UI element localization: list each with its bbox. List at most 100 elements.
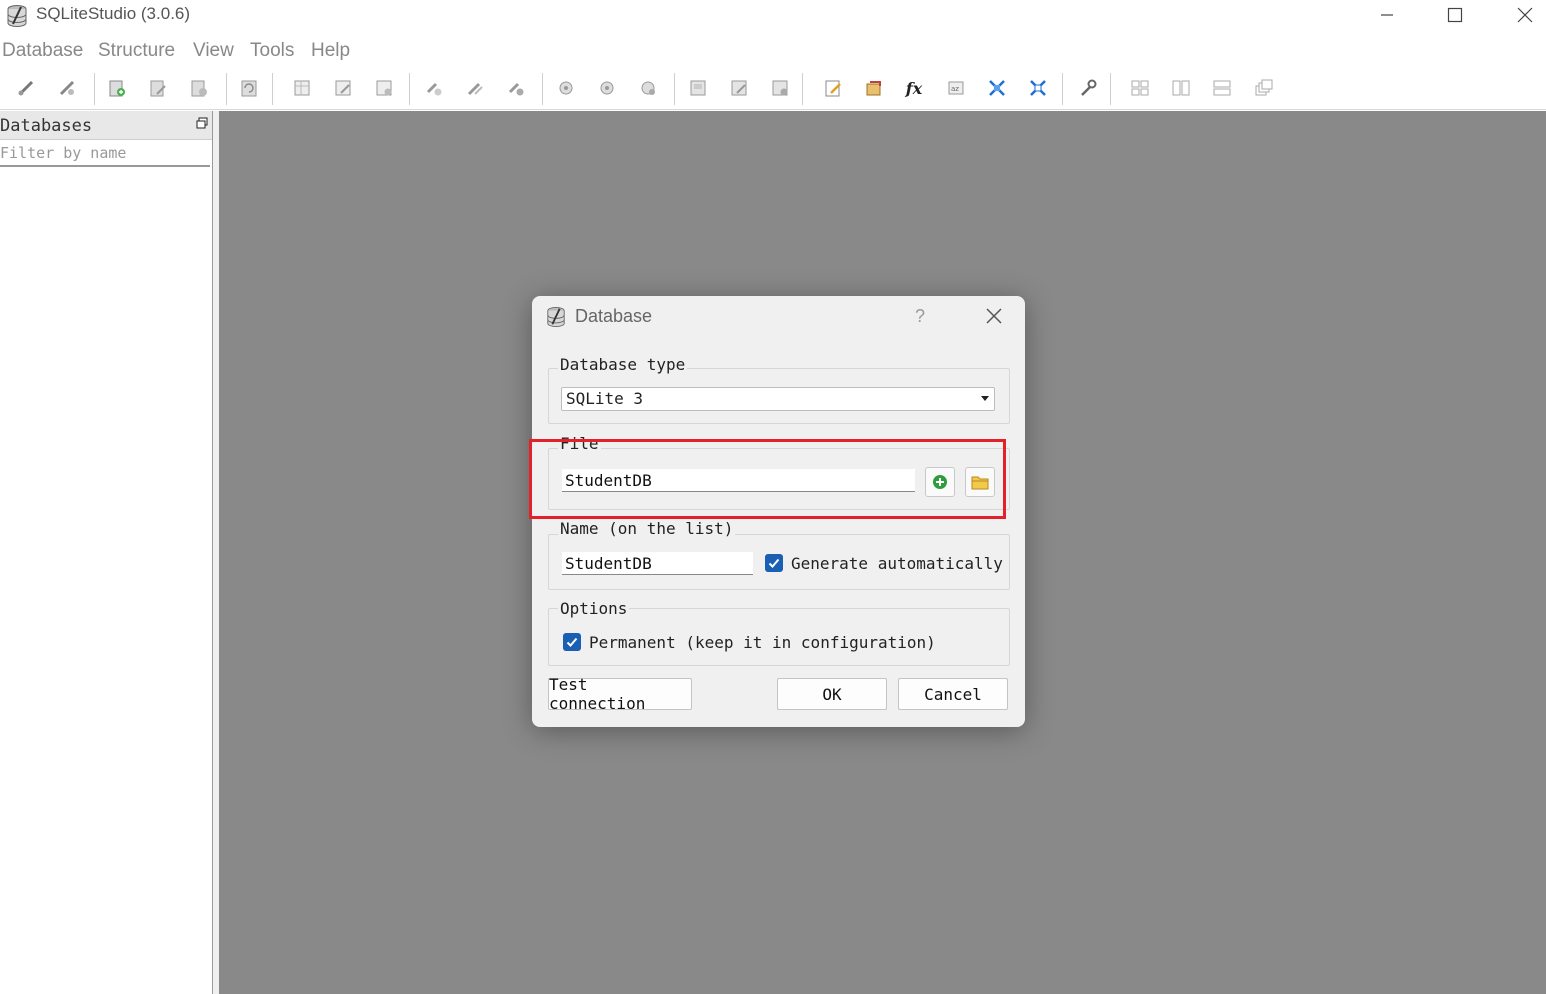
edit-index-button[interactable] [464,77,486,99]
test-connection-button[interactable]: Test connection [548,675,692,713]
add-database-icon [109,80,125,97]
delete-database-button[interactable] [188,77,210,99]
permanent-label[interactable]: Permanent (keep it in configuration) [589,633,936,652]
tile-vertical-icon [1213,80,1231,96]
add-view-button[interactable] [687,77,709,99]
menu-tools[interactable]: Tools [250,40,294,62]
sql-editor-button[interactable] [822,77,844,99]
database-tree[interactable] [0,167,210,993]
delete-view-button[interactable] [769,77,791,99]
ok-button[interactable]: OK [777,678,887,710]
main-toolbar: fx az [0,67,1546,110]
file-path-input[interactable] [562,469,915,492]
delete-table-button[interactable] [373,77,395,99]
name-label: Name (on the list) [558,519,736,538]
refresh-button[interactable] [238,77,260,99]
tile-button[interactable] [1129,77,1151,99]
name-input[interactable] [562,552,753,575]
edit-index-icon [467,82,483,96]
add-view-icon [690,80,706,96]
database-type-label: Database type [558,355,688,374]
import-icon [866,81,881,96]
browse-file-button[interactable] [965,467,995,497]
functions-button[interactable]: fx [903,77,925,99]
dialog-close-button[interactable] [980,302,1008,330]
dialog-title: Database [575,306,653,326]
add-icon [933,475,947,489]
collations-icon: az [948,81,964,95]
svg-text:az: az [951,85,959,93]
sql-editor-icon [825,80,841,97]
settings-button[interactable] [1077,77,1099,99]
minimize-icon [1381,14,1393,16]
disconnect-button[interactable] [56,77,78,99]
sqlite-database-icon [7,5,27,27]
minimize-button[interactable] [1352,0,1422,30]
filter-input[interactable] [0,141,210,167]
dock-header: Databases [0,111,212,140]
delete-trigger-button[interactable] [637,77,659,99]
options-label: Options [558,599,630,618]
toolbar-separator [802,73,803,105]
chevron-down-icon [981,396,989,401]
add-database-button[interactable] [106,77,128,99]
help-button[interactable]: ? [915,306,925,327]
functions-icon: fx [905,78,923,98]
delete-view-icon [772,80,788,96]
menu-database[interactable]: Database [2,40,83,62]
refresh-icon [241,80,257,97]
database-type-select[interactable]: SQLite 3 [561,387,995,411]
title-bar: SQLiteStudio (3.0.6) [0,0,1546,34]
tile-horizontal-icon [1172,80,1190,96]
settings-icon [1081,79,1097,96]
add-trigger-button[interactable] [555,77,577,99]
extensions-icon [989,80,1005,96]
edit-database-button[interactable] [147,77,169,99]
tile-horizontal-button[interactable] [1170,77,1192,99]
toolbar-separator [542,73,543,105]
folder-icon [971,476,989,490]
permanent-checkbox[interactable] [563,633,581,651]
close-icon [1517,7,1533,23]
config-button[interactable] [1027,77,1049,99]
close-icon [986,308,1002,324]
add-table-button[interactable] [291,77,313,99]
delete-index-button[interactable] [505,77,527,99]
delete-table-icon [376,80,392,96]
cascade-icon [1255,79,1273,96]
generate-automatically-label[interactable]: Generate automatically [791,554,1003,573]
create-new-file-button[interactable] [925,467,955,497]
connect-button[interactable] [15,77,37,99]
close-window-button[interactable] [1490,0,1546,30]
add-index-button[interactable] [423,77,445,99]
cascade-button[interactable] [1253,77,1275,99]
toolbar-separator [1062,73,1063,105]
import-button[interactable] [863,77,885,99]
sqlite-database-icon [547,307,565,327]
float-dock-icon[interactable] [196,117,208,129]
maximize-button[interactable] [1420,0,1490,30]
collations-button[interactable]: az [945,77,967,99]
menu-view[interactable]: View [193,40,234,62]
generate-automatically-checkbox[interactable] [765,554,783,572]
delete-index-icon [508,82,524,96]
toolbar-separator [226,73,227,105]
edit-table-button[interactable] [332,77,354,99]
toolbar-separator [94,73,95,105]
extensions-button[interactable] [986,77,1008,99]
database-type-value: SQLite 3 [566,389,644,408]
config-icon [1030,80,1046,96]
add-index-icon [426,82,442,96]
toolbar-separator [409,73,410,105]
maximize-icon [1447,7,1463,23]
cancel-button[interactable]: Cancel [898,678,1008,710]
disconnect-icon [59,80,75,96]
menu-help[interactable]: Help [311,40,350,62]
tile-vertical-button[interactable] [1211,77,1233,99]
edit-trigger-button[interactable] [596,77,618,99]
toolbar-separator [674,73,675,105]
checkmark-icon [566,637,578,647]
menu-structure[interactable]: Structure [98,40,175,62]
toolbar-separator [1110,73,1111,105]
edit-view-button[interactable] [728,77,750,99]
